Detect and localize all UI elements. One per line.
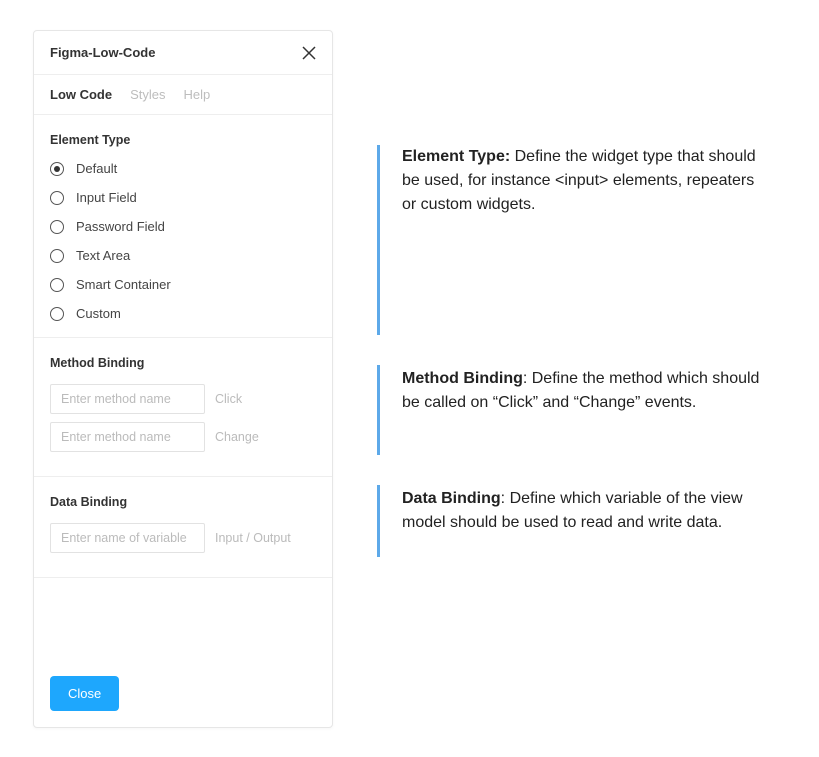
tab-styles[interactable]: Styles xyxy=(130,87,165,102)
element-type-section: Element Type Default Input Field Passwor… xyxy=(34,115,332,338)
method-change-input[interactable] xyxy=(50,422,205,452)
radio-password-field[interactable]: Password Field xyxy=(50,219,316,234)
method-click-input[interactable] xyxy=(50,384,205,414)
method-change-row: Change xyxy=(50,422,316,452)
radio-smart-container[interactable]: Smart Container xyxy=(50,277,316,292)
method-binding-title: Method Binding xyxy=(50,356,316,370)
data-binding-row: Input / Output xyxy=(50,523,316,553)
radio-input-field[interactable]: Input Field xyxy=(50,190,316,205)
tabs: Low Code Styles Help xyxy=(34,75,332,115)
panel-title: Figma-Low-Code xyxy=(50,45,155,60)
radio-icon xyxy=(50,249,64,263)
annotation-data-binding: Data Binding: Define which variable of t… xyxy=(377,485,772,557)
radio-icon xyxy=(50,191,64,205)
radio-label: Password Field xyxy=(76,219,165,234)
data-binding-title: Data Binding xyxy=(50,495,316,509)
tab-help[interactable]: Help xyxy=(184,87,211,102)
radio-label: Custom xyxy=(76,306,121,321)
annotation-text: Element Type: Define the widget type tha… xyxy=(402,145,772,217)
tab-low-code[interactable]: Low Code xyxy=(50,87,112,102)
radio-default[interactable]: Default xyxy=(50,161,316,176)
close-button[interactable]: Close xyxy=(50,676,119,711)
method-binding-section: Method Binding Click Change xyxy=(34,338,332,477)
element-type-radio-list: Default Input Field Password Field Text … xyxy=(50,161,316,321)
method-change-suffix: Change xyxy=(215,430,259,444)
annotation-strong: Element Type: xyxy=(402,148,510,165)
annotation-text: Data Binding: Define which variable of t… xyxy=(402,487,772,535)
radio-label: Smart Container xyxy=(76,277,171,292)
radio-label: Input Field xyxy=(76,190,137,205)
annotation-element-type: Element Type: Define the widget type tha… xyxy=(377,145,772,335)
data-binding-input[interactable] xyxy=(50,523,205,553)
radio-icon xyxy=(50,307,64,321)
annotation-strong: Method Binding xyxy=(402,370,523,387)
panel-header: Figma-Low-Code xyxy=(34,31,332,75)
annotation-method-binding: Method Binding: Define the method which … xyxy=(377,365,772,455)
radio-label: Text Area xyxy=(76,248,130,263)
annotation-strong: Data Binding xyxy=(402,490,501,507)
radio-text-area[interactable]: Text Area xyxy=(50,248,316,263)
method-click-row: Click xyxy=(50,384,316,414)
data-binding-section: Data Binding Input / Output xyxy=(34,477,332,578)
radio-custom[interactable]: Custom xyxy=(50,306,316,321)
plugin-panel: Figma-Low-Code Low Code Styles Help Elem… xyxy=(33,30,333,728)
method-click-suffix: Click xyxy=(215,392,242,406)
panel-footer: Close xyxy=(34,660,332,727)
radio-icon xyxy=(50,278,64,292)
annotations: Element Type: Define the widget type tha… xyxy=(377,145,772,587)
close-icon[interactable] xyxy=(302,46,316,60)
radio-label: Default xyxy=(76,161,117,176)
data-binding-suffix: Input / Output xyxy=(215,531,291,545)
annotation-text: Method Binding: Define the method which … xyxy=(402,367,772,415)
radio-icon xyxy=(50,162,64,176)
element-type-title: Element Type xyxy=(50,133,316,147)
radio-icon xyxy=(50,220,64,234)
